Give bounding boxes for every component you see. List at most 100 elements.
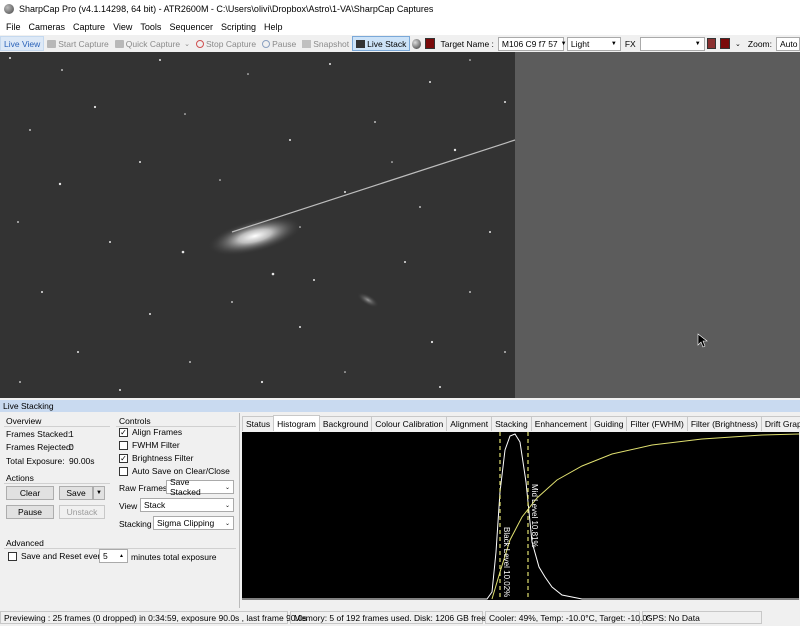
- tab-enhancement[interactable]: Enhancement: [530, 416, 592, 431]
- clear-label: Clear: [19, 488, 41, 498]
- align-frames-checkbox[interactable]: ✓ Align Frames: [119, 427, 182, 437]
- tab-alignment[interactable]: Alignment: [446, 416, 493, 431]
- fwhm-filter-label: FWHM Filter: [132, 440, 180, 450]
- stop-capture-button[interactable]: Stop Capture: [193, 36, 259, 51]
- chevron-down-icon: ▼: [560, 40, 567, 47]
- stop-capture-label: Stop Capture: [206, 38, 257, 49]
- histogram-panel[interactable]: Black Level 10.02% Mid Level 10.81%: [242, 432, 799, 600]
- quick-capture-icon: [114, 39, 124, 48]
- tab-drift-graph[interactable]: Drift Graph: [760, 416, 800, 431]
- unstack-button[interactable]: Unstack: [59, 505, 105, 519]
- live-stack-label: Live Stack: [367, 38, 407, 49]
- checkmark-icon: ✓: [119, 427, 128, 437]
- chevron-down-icon: ⌄: [224, 502, 230, 509]
- mid-level-label: Mid Level 10.81%: [530, 484, 539, 548]
- black-level-label: Black Level 10.02%: [502, 527, 511, 597]
- menu-scripting[interactable]: Scripting: [217, 22, 260, 32]
- tab-background[interactable]: Background: [318, 416, 373, 431]
- target-name-select[interactable]: M106 C9 f7 57 ▼: [497, 36, 567, 51]
- chevron-down-icon: ▼: [96, 490, 102, 496]
- live-view-button[interactable]: Live View: [0, 36, 45, 51]
- tab-guiding[interactable]: Guiding: [590, 416, 628, 431]
- live-stacking-left-panel: Overview Frames Stacked: 1 Frames Reject…: [0, 413, 240, 608]
- target-name-value: M106 C9 f7 57: [501, 38, 558, 49]
- live-stack-button[interactable]: Live Stack: [352, 36, 411, 51]
- brightness-filter-checkbox[interactable]: ✓ Brightness Filter: [119, 453, 193, 463]
- total-exposure-value: 90.00s: [69, 456, 95, 466]
- save-reset-minutes-stepper[interactable]: 5 ▲: [99, 549, 128, 563]
- overview-divider: [4, 426, 110, 427]
- view-select[interactable]: Stack ⌄: [140, 498, 234, 512]
- brightness-filter-label: Brightness Filter: [132, 453, 194, 463]
- chevron-down-icon: ▼: [610, 40, 617, 47]
- frame-type-select[interactable]: Light ▼: [566, 36, 621, 51]
- auto-save-label: Auto Save on Clear/Close: [132, 466, 230, 476]
- snapshot-label: Snapshot: [313, 38, 350, 49]
- menu-file[interactable]: File: [2, 22, 25, 32]
- pause-stacking-label: Pause: [17, 507, 43, 517]
- raw-frames-value: Save Stacked: [170, 477, 201, 497]
- gps-status: GPS: No Data: [642, 611, 762, 624]
- fx-red-icon[interactable]: [720, 38, 731, 49]
- camera-icon: [47, 39, 57, 48]
- empty-checkbox-icon: [119, 440, 128, 450]
- red-frame-icon[interactable]: [424, 38, 435, 49]
- quick-capture-button[interactable]: Quick Capture ⌄: [112, 36, 193, 51]
- save-button[interactable]: Save: [59, 486, 93, 500]
- stop-icon: [196, 39, 205, 48]
- empty-checkbox-icon: [8, 551, 17, 561]
- stacking-select[interactable]: Sigma Clipping ⌄: [153, 516, 234, 530]
- tab-histogram[interactable]: Histogram: [273, 415, 320, 431]
- chevron-down-icon: ⌄: [224, 520, 230, 527]
- tab-status[interactable]: Status: [242, 416, 275, 431]
- live-stack-icon: [356, 39, 366, 48]
- view-label: View: [119, 501, 138, 511]
- quick-capture-label: Quick Capture: [125, 38, 181, 49]
- pause-icon: [262, 39, 271, 48]
- previewing-status: Previewing : 25 frames (0 dropped) in 0:…: [0, 611, 307, 624]
- checkmark-icon: ✓: [119, 453, 128, 463]
- menu-tools[interactable]: Tools: [136, 22, 165, 32]
- image-viewer[interactable]: [0, 52, 800, 398]
- controls-heading: Controls: [119, 416, 151, 426]
- title-bar: SharpCap Pro (v4.1.14298, 64 bit) - ATR2…: [0, 0, 800, 18]
- zoom-value: Auto: [780, 38, 798, 49]
- menu-capture[interactable]: Capture: [69, 22, 109, 32]
- menu-sequencer[interactable]: Sequencer: [165, 22, 217, 32]
- fx-select[interactable]: ▼: [639, 36, 705, 51]
- start-capture-button[interactable]: Start Capture: [44, 36, 112, 51]
- status-bar: Previewing : 25 frames (0 dropped) in 0:…: [0, 609, 800, 626]
- histogram-graph: Black Level 10.02% Mid Level 10.81%: [242, 432, 799, 600]
- zoom-select[interactable]: Auto: [776, 36, 800, 51]
- tab-colour-calibration[interactable]: Colour Calibration: [371, 416, 448, 431]
- total-exposure-label: Total Exposure:: [6, 456, 65, 466]
- chevron-down-icon[interactable]: ⌄: [735, 40, 741, 48]
- view-value: Stack: [144, 500, 166, 510]
- empty-checkbox-icon: [119, 466, 128, 476]
- zoom-label: Zoom:: [747, 38, 772, 49]
- frames-stacked-label: Frames Stacked:: [6, 429, 71, 439]
- save-options-button[interactable]: ▼: [93, 486, 105, 500]
- memory-status: Memory: 5 of 192 frames used. Disk: 1206…: [290, 611, 486, 624]
- save-reset-checkbox[interactable]: Save and Reset every: [8, 551, 105, 561]
- display-stretch-icon[interactable]: [412, 38, 421, 49]
- clear-button[interactable]: Clear: [6, 486, 54, 500]
- frames-stacked-value: 1: [69, 429, 74, 439]
- tab-filter-fwhm[interactable]: Filter (FWHM): [626, 416, 688, 431]
- menu-cameras[interactable]: Cameras: [25, 22, 70, 32]
- live-stacking-tabs: Status Histogram Background Colour Calib…: [242, 415, 800, 432]
- snapshot-button[interactable]: Snapshot: [299, 36, 352, 51]
- tab-filter-brightness[interactable]: Filter (Brightness): [686, 416, 762, 431]
- chevron-down-icon[interactable]: ⌄: [184, 40, 190, 48]
- menu-help[interactable]: Help: [260, 22, 287, 32]
- pause-stacking-button[interactable]: Pause: [6, 505, 54, 519]
- raw-frames-select[interactable]: Save Stacked ⌄: [166, 477, 234, 497]
- pause-button[interactable]: Pause: [259, 36, 299, 51]
- fwhm-filter-checkbox[interactable]: FWHM Filter: [119, 440, 180, 450]
- menu-view[interactable]: View: [109, 22, 136, 32]
- auto-save-checkbox[interactable]: Auto Save on Clear/Close: [119, 466, 230, 476]
- fx-color-icon[interactable]: [706, 38, 717, 49]
- window-title: SharpCap Pro (v4.1.14298, 64 bit) - ATR2…: [19, 4, 434, 14]
- chevron-down-icon: ⌄: [224, 484, 230, 491]
- tab-stacking[interactable]: Stacking: [491, 416, 532, 431]
